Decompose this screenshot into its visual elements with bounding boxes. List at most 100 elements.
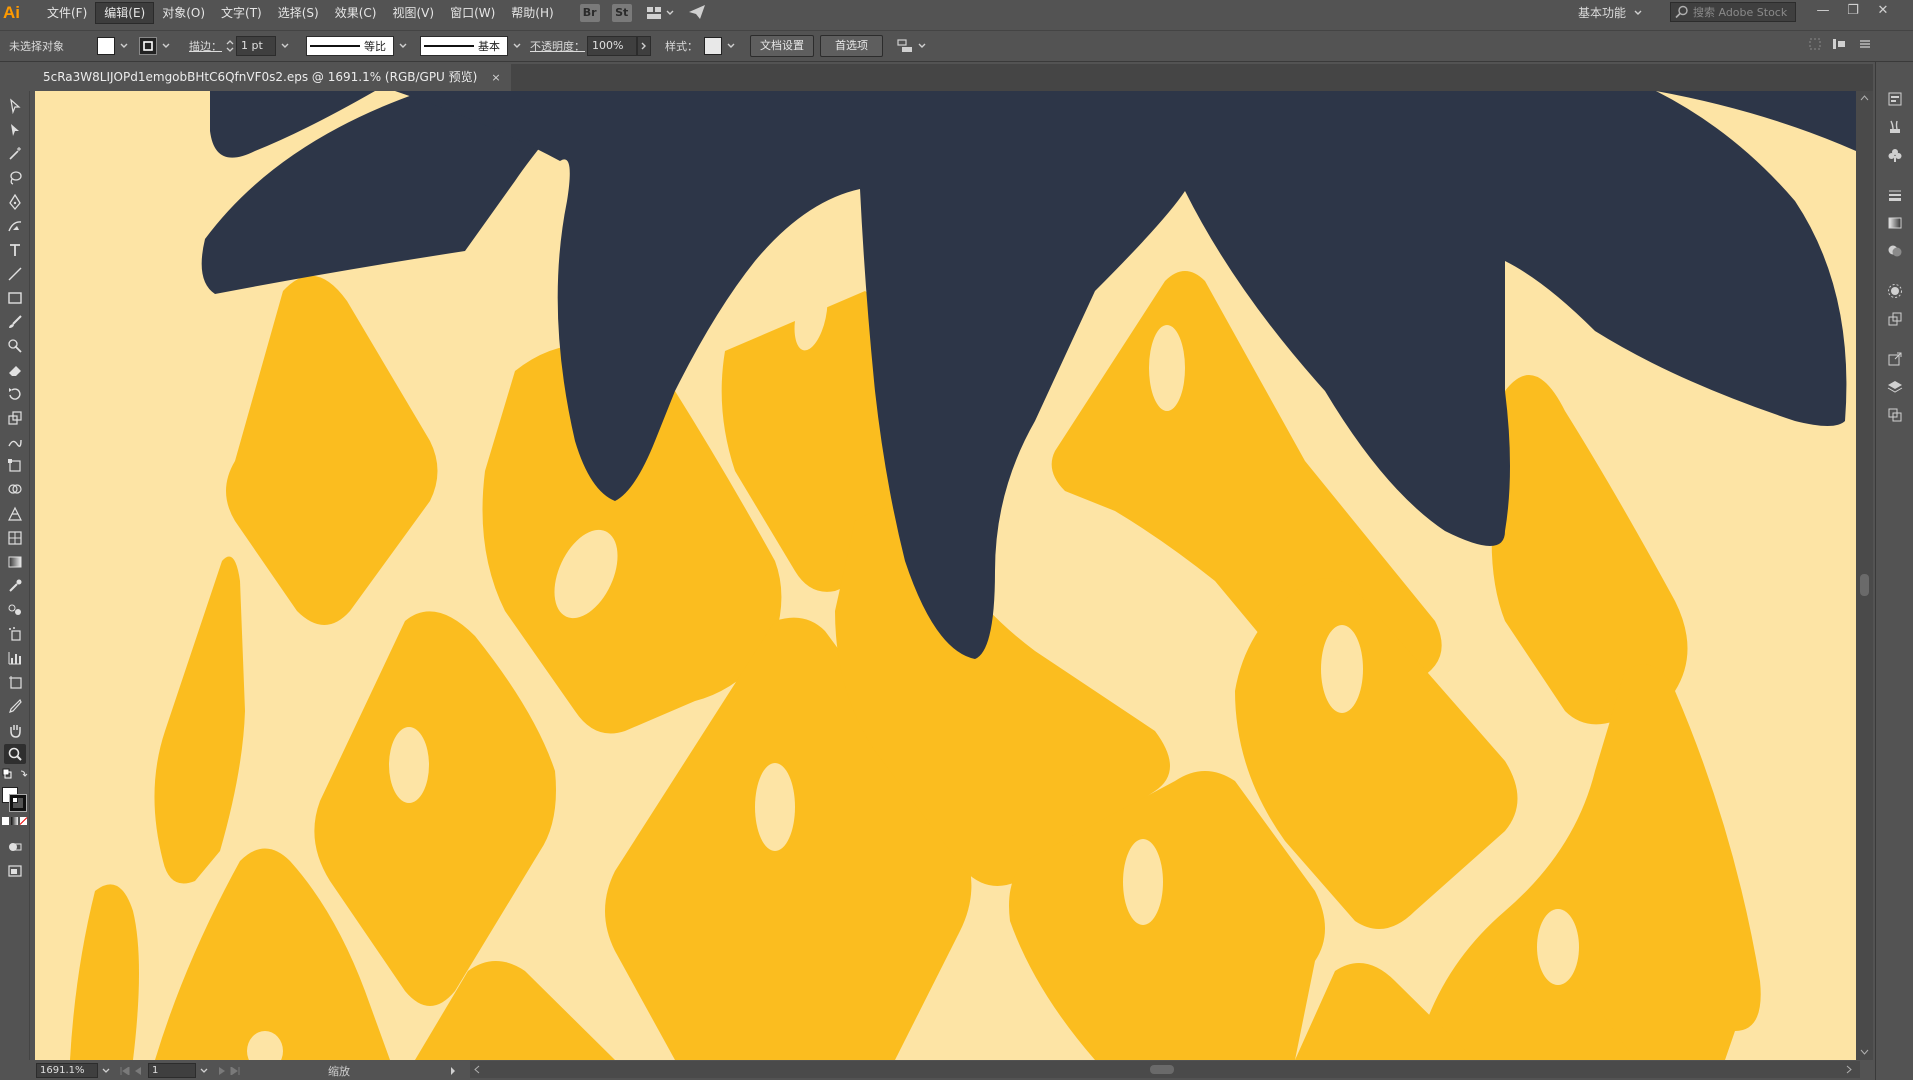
column-graph-tool[interactable] bbox=[4, 648, 26, 668]
bridge-button[interactable]: Br bbox=[579, 4, 600, 22]
scroll-right-icon[interactable] bbox=[1846, 1065, 1852, 1074]
type-tool[interactable] bbox=[4, 240, 26, 260]
workspace-switcher[interactable]: 基本功能 bbox=[1578, 4, 1642, 21]
fill-swatch[interactable] bbox=[97, 37, 115, 55]
status-menu-arrow-icon[interactable] bbox=[450, 1066, 456, 1075]
arrange-documents-button[interactable] bbox=[646, 6, 674, 20]
opacity-expand-button[interactable] bbox=[637, 36, 651, 56]
chevron-down-icon[interactable] bbox=[119, 41, 129, 51]
stroke-color-box[interactable] bbox=[9, 794, 27, 812]
variable-width-profile[interactable]: 等比 bbox=[306, 36, 394, 56]
scale-tool[interactable] bbox=[4, 408, 26, 428]
default-colors-swap[interactable] bbox=[2, 768, 28, 782]
libraries-panel-button[interactable] bbox=[1886, 90, 1904, 108]
vertical-scroll-thumb[interactable] bbox=[1860, 574, 1869, 596]
menu-help[interactable]: 帮助(H) bbox=[503, 2, 561, 24]
horizontal-scrollbar[interactable] bbox=[470, 1061, 1860, 1078]
warp-tool[interactable] bbox=[4, 432, 26, 452]
rectangle-tool[interactable] bbox=[4, 288, 26, 308]
symbols-panel-button[interactable] bbox=[1886, 146, 1904, 164]
shape-builder-tool[interactable] bbox=[4, 480, 26, 500]
close-tab-icon[interactable]: × bbox=[491, 64, 500, 91]
scroll-up-icon[interactable] bbox=[1860, 95, 1869, 101]
fill-stroke-indicator[interactable] bbox=[2, 787, 28, 813]
mesh-tool[interactable] bbox=[4, 528, 26, 548]
align-icon[interactable] bbox=[1832, 37, 1848, 51]
eyedropper-tool[interactable] bbox=[4, 576, 26, 596]
selection-tool[interactable] bbox=[4, 96, 26, 116]
close-button[interactable]: ✕ bbox=[1868, 0, 1898, 22]
stroke-label[interactable]: 描边： bbox=[189, 38, 222, 54]
gradient-tool[interactable] bbox=[4, 552, 26, 572]
menu-edit[interactable]: 编辑(E) bbox=[95, 2, 155, 24]
document-setup-button[interactable]: 文档设置 bbox=[750, 35, 814, 57]
stroke-panel-button[interactable] bbox=[1886, 186, 1904, 204]
rotate-tool[interactable] bbox=[4, 384, 26, 404]
stock-button[interactable]: St bbox=[611, 4, 632, 22]
artboard-canvas[interactable] bbox=[35, 91, 1856, 1060]
none-mode-icon[interactable] bbox=[19, 817, 28, 825]
graphic-style-swatch[interactable] bbox=[704, 37, 722, 55]
opacity-field[interactable]: 100% bbox=[587, 36, 637, 56]
restore-button[interactable]: ❐ bbox=[1838, 0, 1868, 22]
stepper-icon[interactable] bbox=[226, 39, 234, 53]
artboards-panel-button[interactable] bbox=[1886, 406, 1904, 424]
gradient-mode-icon[interactable] bbox=[11, 817, 18, 825]
perspective-grid-tool[interactable] bbox=[4, 504, 26, 524]
chevron-down-icon[interactable] bbox=[280, 41, 290, 51]
chevron-down-icon[interactable] bbox=[512, 41, 522, 51]
magic-wand-tool[interactable] bbox=[4, 144, 26, 164]
zoom-level-field[interactable]: 1691.1% bbox=[36, 1063, 98, 1078]
stroke-swatch[interactable] bbox=[139, 37, 157, 55]
horizontal-scroll-thumb[interactable] bbox=[1150, 1065, 1174, 1074]
chevron-down-icon[interactable] bbox=[398, 41, 408, 51]
pen-tool[interactable] bbox=[4, 192, 26, 212]
artboard-tool[interactable] bbox=[4, 672, 26, 692]
gradient-panel-button[interactable] bbox=[1886, 214, 1904, 232]
menu-file[interactable]: 文件(F) bbox=[39, 2, 95, 24]
hand-tool[interactable] bbox=[4, 720, 26, 740]
opacity-label[interactable]: 不透明度： bbox=[530, 38, 585, 54]
free-transform-tool[interactable] bbox=[4, 456, 26, 476]
transform-icon[interactable] bbox=[1808, 37, 1822, 51]
brushes-panel-button[interactable] bbox=[1886, 118, 1904, 136]
artboard-number-field[interactable]: 1 bbox=[148, 1063, 196, 1078]
appearance-panel-button[interactable] bbox=[1886, 282, 1904, 300]
stroke-weight-field[interactable]: 1 pt bbox=[236, 36, 276, 56]
symbol-sprayer-tool[interactable] bbox=[4, 624, 26, 644]
shaper-tool[interactable] bbox=[4, 336, 26, 356]
previous-artboard-icon[interactable] bbox=[134, 1066, 142, 1075]
eraser-tool[interactable] bbox=[4, 360, 26, 380]
scroll-down-icon[interactable] bbox=[1860, 1049, 1869, 1055]
zoom-tool[interactable] bbox=[4, 744, 26, 764]
send-icon-button[interactable] bbox=[688, 4, 706, 23]
first-artboard-icon[interactable] bbox=[120, 1066, 130, 1075]
slice-tool[interactable] bbox=[4, 696, 26, 716]
preferences-button[interactable]: 首选项 bbox=[820, 35, 883, 57]
chevron-down-icon[interactable] bbox=[726, 41, 736, 51]
chevron-down-icon[interactable] bbox=[161, 41, 171, 51]
stock-search-input[interactable]: 搜索 Adobe Stock bbox=[1670, 2, 1796, 22]
menu-window[interactable]: 窗口(W) bbox=[442, 2, 503, 24]
arrange-icon[interactable] bbox=[897, 39, 913, 53]
lasso-tool[interactable] bbox=[4, 168, 26, 188]
scroll-left-icon[interactable] bbox=[474, 1065, 480, 1074]
menu-select[interactable]: 选择(S) bbox=[270, 2, 327, 24]
next-artboard-icon[interactable] bbox=[218, 1066, 226, 1075]
line-tool[interactable] bbox=[4, 264, 26, 284]
menu-view[interactable]: 视图(V) bbox=[384, 2, 442, 24]
layers-panel-button[interactable] bbox=[1886, 378, 1904, 396]
drawing-mode-tool[interactable] bbox=[4, 837, 26, 857]
blend-tool[interactable] bbox=[4, 600, 26, 620]
chevron-down-icon[interactable] bbox=[102, 1068, 110, 1074]
screen-mode-tool[interactable] bbox=[4, 861, 26, 881]
chevron-down-icon[interactable] bbox=[917, 41, 927, 51]
last-artboard-icon[interactable] bbox=[230, 1066, 240, 1075]
panel-menu-icon[interactable] bbox=[1858, 37, 1872, 51]
paintbrush-tool[interactable] bbox=[4, 312, 26, 332]
brush-definition[interactable]: 基本 bbox=[420, 36, 508, 56]
minimize-button[interactable]: — bbox=[1808, 0, 1838, 22]
direct-selection-tool[interactable] bbox=[4, 120, 26, 140]
menu-effect[interactable]: 效果(C) bbox=[327, 2, 385, 24]
graphic-styles-panel-button[interactable] bbox=[1886, 310, 1904, 328]
